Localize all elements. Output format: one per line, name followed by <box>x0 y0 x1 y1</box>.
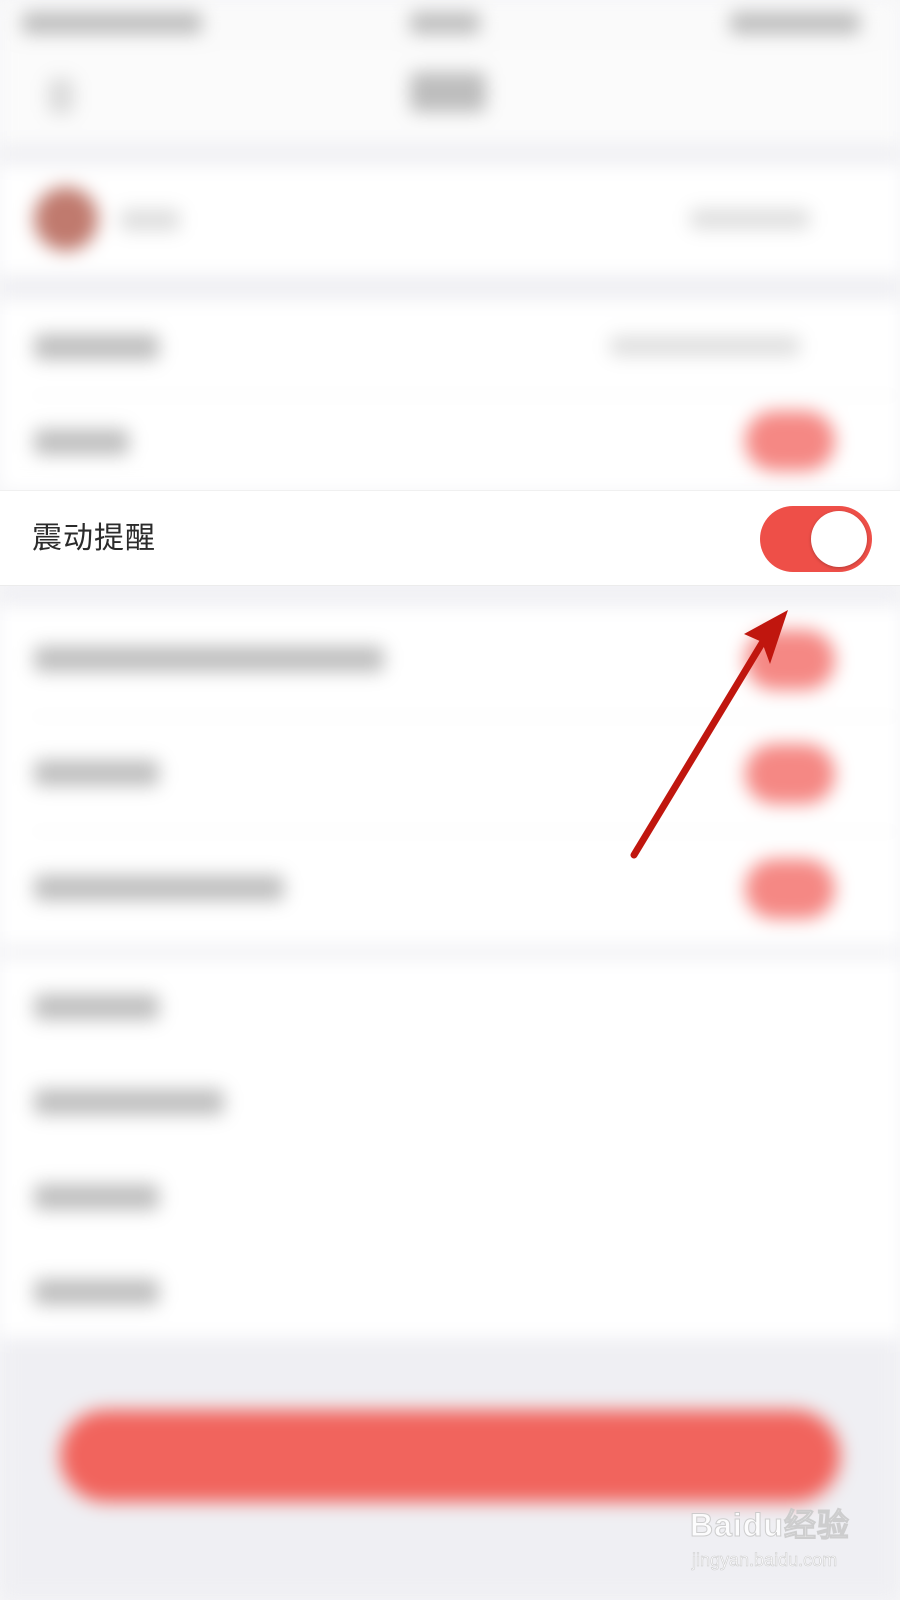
settings-row <box>0 1148 900 1243</box>
watermark-subtitle: jingyan.baidu.com <box>692 1550 838 1571</box>
navigation-bar <box>0 50 900 145</box>
watermark-title: Baidu经验 <box>690 1507 850 1544</box>
account-row <box>0 165 900 275</box>
vibration-toggle[interactable] <box>760 506 872 572</box>
settings-row <box>0 606 900 716</box>
baidu-watermark: Baidu经验 jingyan.baidu.com <box>690 1500 890 1590</box>
vibration-reminder-row: 震动提醒 <box>0 490 900 586</box>
toggle-knob <box>811 511 867 567</box>
settings-row <box>0 395 900 490</box>
settings-row <box>0 716 900 831</box>
avatar <box>34 187 98 251</box>
settings-row <box>0 958 900 1053</box>
settings-row <box>0 1053 900 1148</box>
blurred-background <box>0 0 900 1600</box>
vibration-reminder-label: 震动提醒 <box>32 521 156 556</box>
settings-row <box>0 831 900 946</box>
settings-row <box>0 300 900 395</box>
status-bar <box>0 0 900 50</box>
bottom-action-button <box>60 1410 840 1502</box>
settings-row <box>0 1243 900 1338</box>
